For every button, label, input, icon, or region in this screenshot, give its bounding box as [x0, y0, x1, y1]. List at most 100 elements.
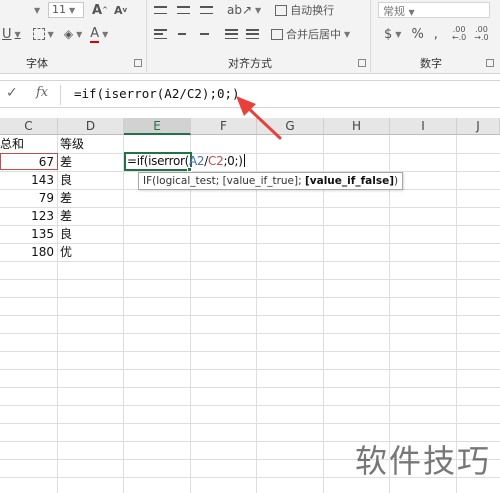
group-divider [146, 0, 147, 72]
comma-style-button[interactable]: , [434, 27, 438, 42]
wrap-text-button[interactable]: 自动换行 [275, 2, 334, 18]
formula-bar: ✓ fx =if(iserror(A2/C2);0;) [0, 80, 500, 108]
grid-row-line [0, 423, 500, 424]
grid-row-line [0, 405, 500, 406]
currency-button[interactable]: $ ▼ [384, 27, 401, 42]
cell-c3[interactable]: 143 [0, 172, 57, 189]
merge-cells-icon [271, 28, 283, 40]
increase-decimal-button[interactable]: .00 ←.0 [452, 26, 466, 42]
cell-d7[interactable]: 优 [60, 244, 122, 261]
cell-d6[interactable]: 良 [60, 226, 122, 243]
formula-prefix: =if(iserror( [127, 154, 190, 168]
font-grow-button[interactable]: A ^ [92, 3, 108, 18]
cell-d2[interactable]: 差 [60, 154, 122, 171]
number-dialog-launcher[interactable] [486, 59, 494, 67]
alignment-row-2: 合并后居中 ▼ [154, 24, 350, 44]
font-dialog-launcher[interactable] [134, 59, 142, 67]
cell-d1[interactable]: 等级 [60, 136, 122, 153]
alignment-group-label: 对齐方式 [228, 57, 272, 70]
number-group-label: 数字 [420, 57, 442, 70]
font-row-1: ▼ 11 ▼ A ^ Av [0, 0, 127, 20]
column-header-d[interactable]: D [58, 118, 124, 135]
grid-row-line [0, 351, 500, 352]
chevron-down-icon: ▼ [69, 6, 76, 15]
watermark-text: 软件技巧 [355, 442, 492, 480]
font-shrink-button[interactable]: Av [114, 4, 127, 17]
font-size-value: 11 [52, 3, 66, 16]
merge-center-button[interactable]: 合并后居中 ▼ [271, 26, 350, 42]
cell-c6[interactable]: 135 [0, 226, 57, 243]
cell-c7[interactable]: 180 [0, 244, 57, 261]
number-format-dropdown[interactable]: 常规 ▼ [378, 2, 490, 18]
percent-button[interactable]: % [411, 27, 423, 42]
column-header-c[interactable]: C [0, 118, 58, 135]
chevron-down-icon: ▼ [344, 29, 351, 39]
tooltip-current-argument: [value_if_false] [304, 175, 394, 187]
formula-input[interactable]: =if(iserror(A2/C2);0;) [74, 86, 240, 101]
number-row-2: $ ▼ % , .00 ←.0 .00 →.0 [384, 24, 489, 44]
formula-ref-a2: A2 [189, 154, 205, 168]
formula-suffix: ;0;) [223, 154, 243, 168]
column-header-j[interactable]: J [457, 118, 500, 135]
borders-icon [32, 28, 45, 40]
column-header-g[interactable]: G [257, 118, 324, 135]
orientation-icon: ab↗ [227, 3, 253, 17]
font-row-2: U ▼ ▼ ◈ ▼ A ▼ [0, 24, 108, 44]
column-header-i[interactable]: I [390, 118, 457, 135]
grid-row-line [0, 333, 500, 334]
font-name-dropdown[interactable]: ▼ [0, 6, 40, 15]
grid-row-line [0, 279, 500, 280]
cell-c5[interactable]: 123 [0, 208, 57, 225]
cell-c4[interactable]: 79 [0, 190, 57, 207]
column-header-h[interactable]: H [324, 118, 390, 135]
align-bottom-icon[interactable] [200, 6, 213, 14]
column-header-e[interactable]: E [124, 118, 191, 135]
align-center-icon[interactable] [175, 29, 188, 39]
increase-indent-icon[interactable] [246, 29, 259, 39]
formula-ref-c2: C2 [208, 154, 224, 168]
chevron-down-icon: ▼ [255, 5, 262, 15]
cell-e2-editor[interactable]: =if(iserror(A2/C2;0;) [127, 153, 245, 170]
decrease-indent-icon[interactable] [225, 29, 238, 39]
align-left-icon[interactable] [154, 29, 167, 39]
grid-row-line [0, 369, 500, 370]
align-middle-icon[interactable] [177, 6, 190, 14]
confirm-entry-icon[interactable]: ✓ [6, 85, 18, 101]
align-right-icon[interactable] [196, 29, 209, 39]
orientation-button[interactable]: ab↗ ▼ [227, 3, 261, 17]
grid-row-line [0, 261, 500, 262]
chevron-down-icon: ▼ [395, 29, 402, 39]
cell-d5[interactable]: 差 [60, 208, 122, 225]
decrease-decimal-button[interactable]: .00 →.0 [474, 26, 488, 42]
cell-d4[interactable]: 差 [60, 190, 122, 207]
cell-c1[interactable]: 总和 [0, 136, 57, 153]
borders-button[interactable]: ▼ [32, 28, 54, 40]
ribbon: ▼ 11 ▼ A ^ Av U ▼ ▼ ◈ ▼ A ▼ 字体 ab↗ ▼ 自动换行 [0, 0, 500, 74]
formula-reference-highlight [0, 153, 58, 170]
column-header-f[interactable]: F [191, 118, 257, 135]
align-top-icon[interactable] [154, 6, 167, 14]
group-divider [370, 0, 371, 72]
formula-bar-divider [60, 85, 61, 105]
underline-button[interactable]: U ▼ [2, 27, 21, 42]
chevron-down-icon: ▼ [76, 29, 83, 39]
insert-function-button[interactable]: fx [36, 85, 48, 100]
font-size-dropdown[interactable]: 11 ▼ [48, 2, 84, 18]
wrap-text-icon [275, 4, 288, 16]
chevron-down-icon: ▼ [34, 5, 41, 15]
alignment-dialog-launcher[interactable] [358, 59, 366, 67]
font-group-label: 字体 [26, 57, 48, 70]
chevron-down-icon: ▼ [102, 29, 109, 39]
chevron-down-icon: ▼ [47, 29, 54, 39]
paint-bucket-icon: ◈ [63, 27, 74, 41]
cell-d3[interactable]: 良 [60, 172, 122, 189]
font-color-button[interactable]: A ▼ [90, 26, 108, 43]
fill-color-button[interactable]: ◈ ▼ [64, 27, 82, 41]
function-signature-tooltip[interactable]: IF(logical_test; [value_if_true]; [value… [138, 172, 404, 190]
number-row-1: 常规 ▼ [378, 0, 490, 20]
alignment-row-1: ab↗ ▼ 自动换行 [154, 0, 334, 20]
grid-row-line [0, 387, 500, 388]
chevron-down-icon: ▼ [14, 29, 21, 39]
chevron-down-icon: ▼ [408, 8, 415, 17]
text-cursor [243, 154, 245, 167]
